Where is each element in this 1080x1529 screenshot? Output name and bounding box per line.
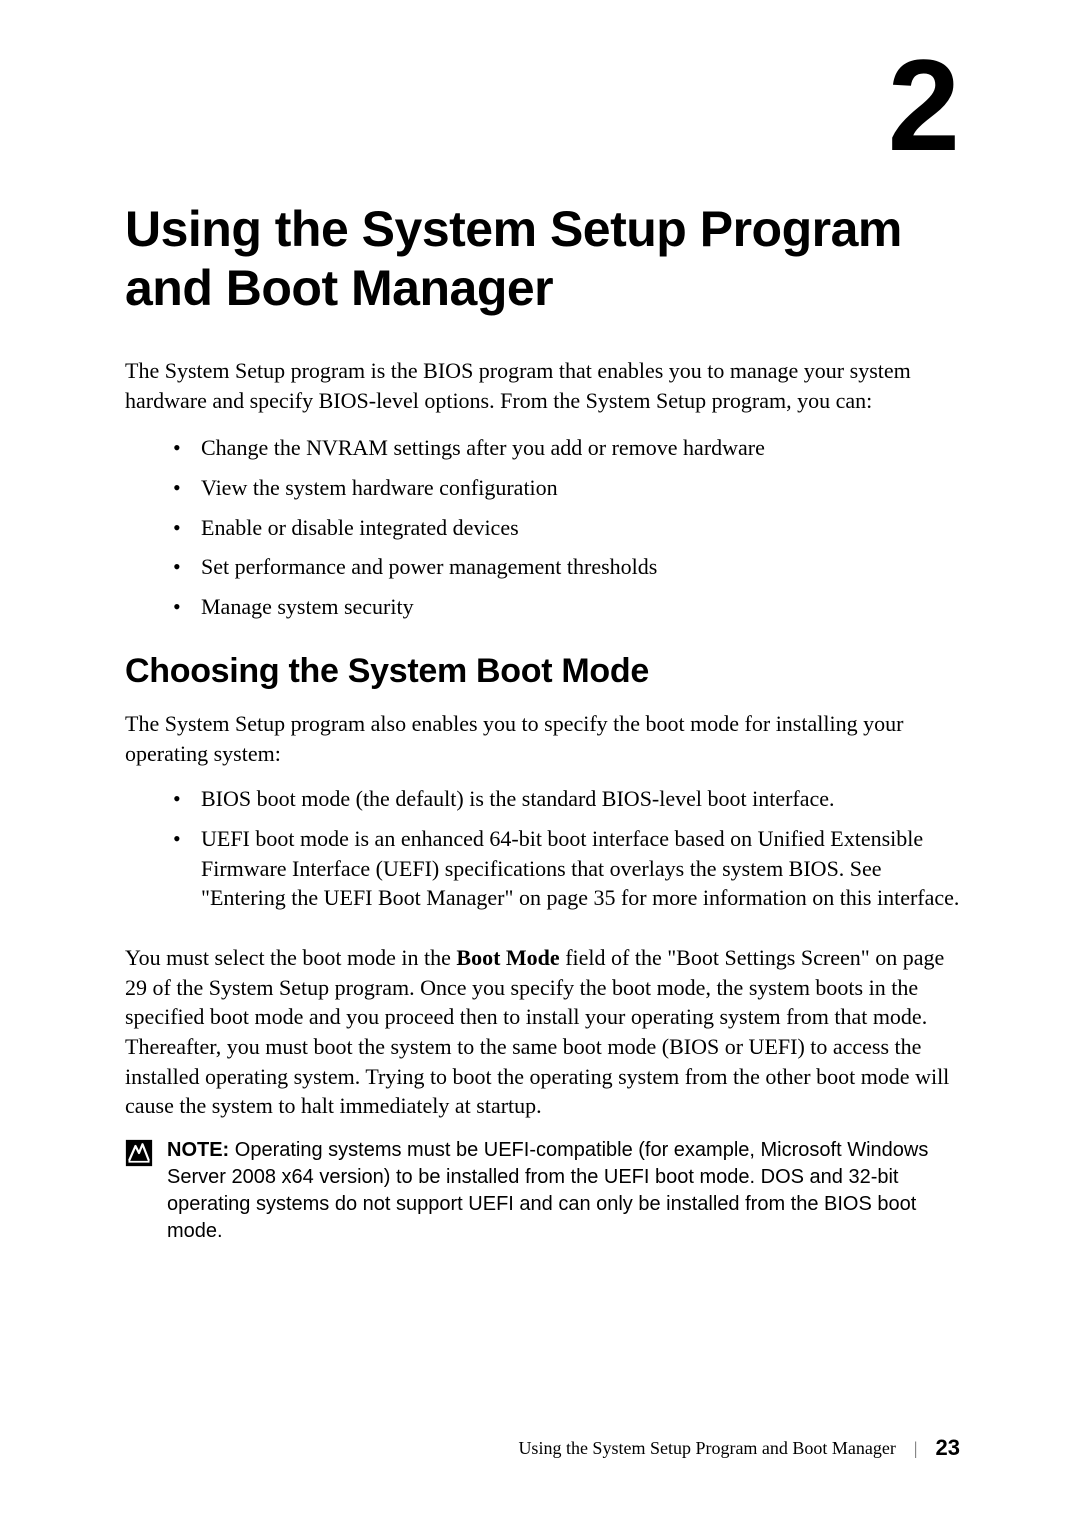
chapter-number: 2 (888, 40, 960, 170)
text-run: You must select the boot mode in the (125, 945, 456, 970)
list-item: UEFI boot mode is an enhanced 64-bit boo… (173, 824, 960, 913)
footer-separator: | (914, 1438, 918, 1459)
page-footer: Using the System Setup Program and Boot … (518, 1435, 960, 1461)
boot-mode-field-label: Boot Mode (456, 945, 559, 970)
list-item: Manage system security (173, 592, 960, 622)
section-heading: Choosing the System Boot Mode (125, 652, 960, 691)
note-label: NOTE: (167, 1139, 229, 1161)
section-bullet-list: BIOS boot mode (the default) is the stan… (173, 784, 960, 913)
chapter-title: Using the System Setup Program and Boot … (125, 200, 960, 318)
note-text: NOTE: Operating systems must be UEFI-com… (167, 1137, 960, 1245)
boot-mode-paragraph: You must select the boot mode in the Boo… (125, 943, 960, 1121)
note-icon (125, 1139, 153, 1167)
section-intro: The System Setup program also enables yo… (125, 709, 960, 768)
list-item: View the system hardware configuration (173, 473, 960, 503)
footer-title: Using the System Setup Program and Boot … (518, 1438, 895, 1459)
intro-bullet-list: Change the NVRAM settings after you add … (173, 433, 960, 621)
note-body: Operating systems must be UEFI-compatibl… (167, 1139, 928, 1242)
page-number: 23 (936, 1435, 960, 1461)
note-block: NOTE: Operating systems must be UEFI-com… (125, 1137, 960, 1245)
text-run: field of the "Boot Settings Screen" on p… (125, 945, 949, 1118)
intro-paragraph: The System Setup program is the BIOS pro… (125, 356, 960, 415)
list-item: Enable or disable integrated devices (173, 513, 960, 543)
list-item: Change the NVRAM settings after you add … (173, 433, 960, 463)
list-item: BIOS boot mode (the default) is the stan… (173, 784, 960, 814)
list-item: Set performance and power management thr… (173, 552, 960, 582)
page: 2 Using the System Setup Program and Boo… (0, 0, 1080, 1529)
